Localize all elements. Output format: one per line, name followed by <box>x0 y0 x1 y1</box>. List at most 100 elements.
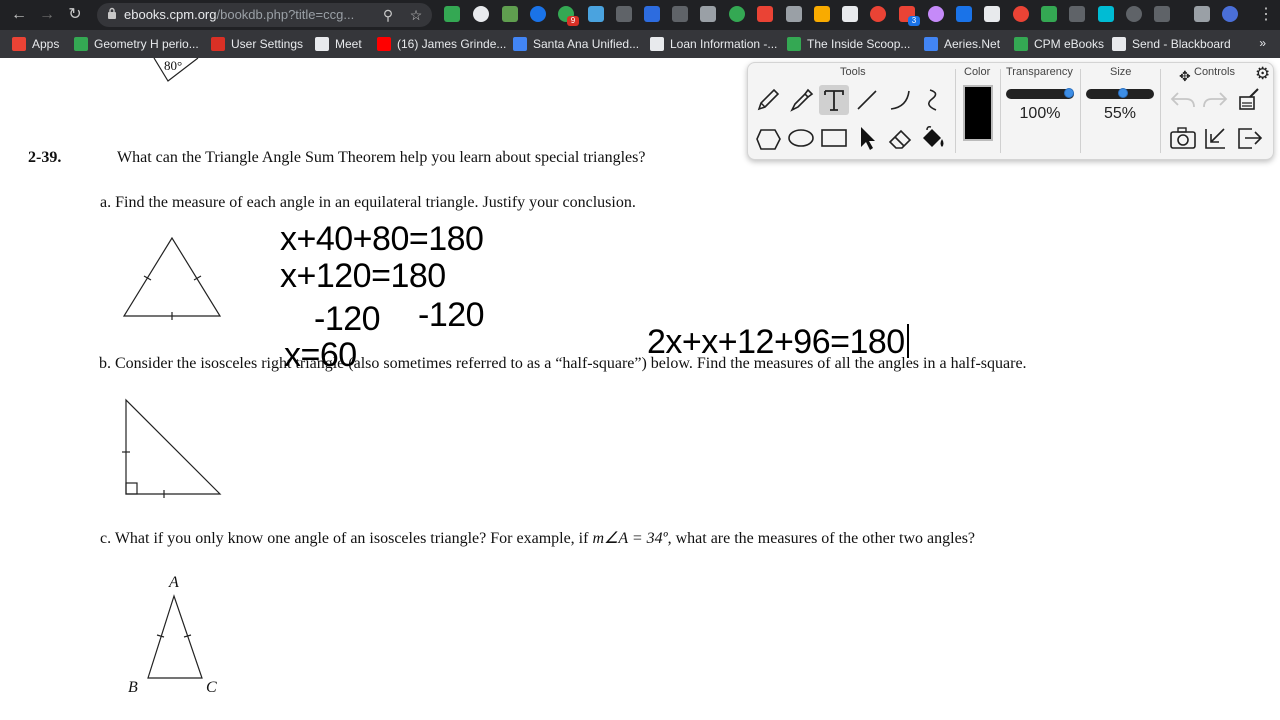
collapse-arrow-icon <box>1205 128 1225 149</box>
pentagon-icon <box>756 129 781 150</box>
rectangle-icon <box>821 129 847 147</box>
bookmark-geometry[interactable]: Geometry H perio... <box>74 36 199 52</box>
undo-button[interactable] <box>1168 85 1198 115</box>
star-bookmark-icon[interactable]: ☆ <box>407 6 425 24</box>
curve-icon <box>890 90 910 110</box>
sheet-extension-icon[interactable] <box>1041 6 1057 22</box>
diamond-extension-icon[interactable] <box>1098 6 1114 22</box>
bookmark-meet[interactable]: Meet <box>315 36 362 52</box>
reading-list-icon[interactable] <box>1194 6 1210 22</box>
line-tool[interactable] <box>852 85 882 115</box>
play-extension-icon[interactable] <box>956 6 972 22</box>
reload-icon[interactable]: ↻ <box>64 4 86 26</box>
grid-extension-icon[interactable] <box>1154 6 1170 22</box>
target-extension-icon[interactable] <box>1013 6 1029 22</box>
bookmark-label: Aeries.Net <box>944 37 1001 51</box>
eraser-tool[interactable] <box>885 123 915 153</box>
face-extension-icon[interactable] <box>870 6 886 22</box>
help-extension-icon[interactable] <box>473 6 489 22</box>
annotation-line-1: x+40+80=180 <box>280 220 484 258</box>
exit-button[interactable] <box>1234 123 1264 153</box>
lock-icon <box>108 7 116 19</box>
broom-icon <box>1239 88 1259 110</box>
bookmark-label: Meet <box>335 37 362 51</box>
bookmarks-overflow-icon[interactable]: » <box>1259 36 1266 50</box>
part-c-suffix: , what are the measures of the other two… <box>667 530 976 547</box>
aeries-icon <box>924 37 938 51</box>
book-extension-icon[interactable] <box>700 6 716 22</box>
bookmark-apps[interactable]: Apps <box>12 36 59 52</box>
forward-arrow-icon[interactable]: → <box>36 4 58 26</box>
freehand-tool[interactable] <box>918 85 948 115</box>
curve-tool[interactable] <box>885 85 915 115</box>
back-arrow-icon[interactable]: ← <box>8 4 30 26</box>
annotation-line-2: x+120=180 <box>280 257 446 295</box>
annotation-line-5-text: 2x+x+12+96=180 <box>647 323 905 361</box>
redo-button[interactable] <box>1200 85 1230 115</box>
select-tool[interactable] <box>852 123 882 153</box>
thumbs-up-extension-icon[interactable] <box>814 6 830 22</box>
highlighter-tool[interactable] <box>786 85 816 115</box>
folder-icon <box>74 37 88 51</box>
location-extension-icon[interactable] <box>530 6 546 22</box>
screen-extension-icon[interactable] <box>984 6 1000 22</box>
graph-extension-icon[interactable] <box>672 6 688 22</box>
text-tool[interactable] <box>819 85 849 115</box>
red-extension-icon[interactable] <box>757 6 773 22</box>
bookmark-label: User Settings <box>231 37 304 51</box>
part-c-prefix: c. What if you only know one angle of an… <box>100 530 593 547</box>
bookmark-label: Loan Information -... <box>670 37 778 51</box>
size-slider-knob[interactable] <box>1117 88 1128 98</box>
bookmark-inside-scoop[interactable]: The Inside Scoop... <box>787 36 910 52</box>
controls-title: Controls <box>1194 66 1235 78</box>
text-t-icon <box>824 90 844 111</box>
url-text: ebooks.cpm.org/bookdb.php?title=ccg... <box>124 7 354 22</box>
address-bar[interactable]: ebooks.cpm.org/bookdb.php?title=ccg... ⚲… <box>97 3 432 27</box>
clear-button[interactable] <box>1234 85 1264 115</box>
tool-extension-icon[interactable] <box>786 6 802 22</box>
minimize-button[interactable] <box>1200 123 1230 153</box>
color-title: Color <box>964 66 991 78</box>
bookmark-aeries[interactable]: Aeries.Net <box>924 36 1000 52</box>
cursor-arrow-icon <box>861 127 875 150</box>
bookmark-blackboard[interactable]: Send - Blackboard <box>1112 36 1231 52</box>
key-extension-icon[interactable] <box>588 6 604 22</box>
kebab-menu-icon[interactable]: ⋮ <box>1258 5 1274 25</box>
redo-icon <box>1203 92 1228 108</box>
bookmark-cpm-ebooks[interactable]: CPM eBooks <box>1014 36 1104 52</box>
transparency-slider-knob[interactable] <box>1064 88 1074 98</box>
move-handle-icon[interactable]: ✥ <box>1179 68 1191 85</box>
text-caret <box>906 324 909 358</box>
size-slider[interactable] <box>1086 88 1154 99</box>
bookmark-user-settings[interactable]: User Settings <box>211 36 303 52</box>
screenshot-button[interactable] <box>1168 123 1198 153</box>
globe-icon <box>315 37 329 51</box>
transparency-slider[interactable] <box>1006 88 1074 99</box>
camera-extension-icon[interactable] <box>1069 6 1085 22</box>
owl-extension-icon[interactable] <box>842 6 858 22</box>
pencil-icon <box>757 88 780 111</box>
bookmark-loan-info[interactable]: Loan Information -... <box>650 36 777 52</box>
circle-extension-icon[interactable] <box>1126 6 1142 22</box>
color-swatch[interactable] <box>963 85 993 141</box>
gear-icon[interactable]: ⚙ <box>1255 64 1270 84</box>
screencast-extension-icon[interactable] <box>502 6 518 22</box>
bookmark-youtube[interactable]: (16) James Grinde... <box>377 36 506 52</box>
classroom-extension-icon[interactable] <box>444 6 460 22</box>
district-icon <box>513 37 527 51</box>
annotation-line-3a: -120 <box>314 300 381 338</box>
polygon-tool[interactable] <box>753 123 783 153</box>
profile-avatar[interactable] <box>1222 6 1238 22</box>
bookmark-santa-ana[interactable]: Santa Ana Unified... <box>513 36 639 52</box>
cookie-extension-icon[interactable] <box>928 6 944 22</box>
camera-icon <box>1170 127 1196 149</box>
fill-tool[interactable] <box>918 123 948 153</box>
chart-extension-icon[interactable] <box>644 6 660 22</box>
zoom-search-icon[interactable]: ⚲ <box>379 6 397 24</box>
tree-extension-icon[interactable] <box>616 6 632 22</box>
rectangle-tool[interactable] <box>819 123 849 153</box>
ellipse-tool[interactable] <box>786 123 816 153</box>
annotation-line-5[interactable]: 2x+x+12+96=180 <box>647 323 909 362</box>
green-dot-extension-icon[interactable] <box>729 6 745 22</box>
pencil-tool[interactable] <box>753 85 783 115</box>
